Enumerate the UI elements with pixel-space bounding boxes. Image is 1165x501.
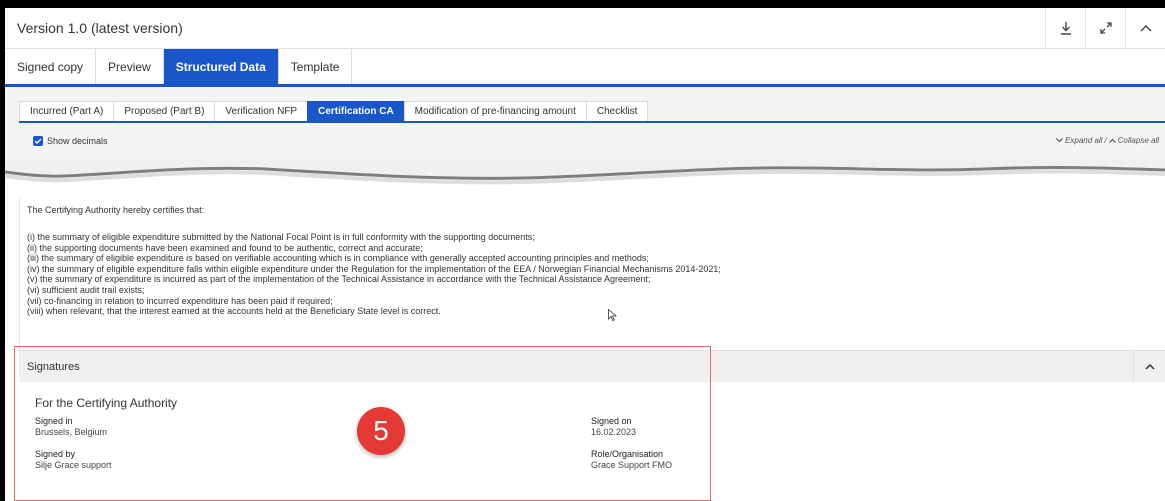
cert-list: (i) the summary of eligible expenditure …	[27, 232, 721, 317]
show-decimals-checkbox[interactable]	[33, 136, 43, 146]
signed-on-label: Signed on	[591, 416, 632, 426]
cert-item: (v) the summary of expenditure is incurr…	[27, 274, 651, 285]
tab-preview[interactable]: Preview	[96, 49, 164, 84]
signatures-body: For the Certifying Authority Signed in B…	[19, 382, 1165, 501]
cert-item: (iii) the summary of eligible expenditur…	[27, 253, 649, 264]
torn-edge	[5, 160, 1165, 185]
collapse-all-link[interactable]: Collapse all	[1118, 136, 1159, 145]
signatures-header[interactable]: Signatures	[19, 350, 1165, 383]
show-decimals[interactable]: Show decimals	[33, 136, 108, 146]
subtab-certification-ca[interactable]: Certification CA	[307, 101, 405, 121]
expand-collapse: Expand all / Collapse all	[1056, 136, 1159, 145]
cert-item: (i) the summary of eligible expenditure …	[27, 232, 535, 242]
subtab-verification-nfp[interactable]: Verification NFP	[214, 101, 309, 121]
chevron-down-icon	[1056, 136, 1063, 145]
tab-signed-copy[interactable]: Signed copy	[5, 49, 97, 84]
cert-item: (iv) the summary of eligible expenditure…	[27, 263, 721, 274]
show-decimals-label: Show decimals	[47, 136, 108, 146]
signed-by-value: Silje Grace support	[35, 460, 112, 470]
subtab-checklist[interactable]: Checklist	[585, 101, 649, 121]
cert-item: (vi) sufficient audit trail exists;	[27, 284, 145, 295]
download-icon[interactable]	[1045, 8, 1085, 48]
expand-icon[interactable]	[1085, 8, 1125, 48]
certification-section: The Certifying Authority hereby certifie…	[19, 198, 1165, 350]
role-label: Role/Organisation	[591, 449, 664, 459]
document-panel: Version 1.0 (latest version) Signed copy…	[5, 8, 1165, 501]
version-header: Version 1.0 (latest version)	[5, 8, 1165, 49]
signed-on-value: 16.02.2023	[591, 427, 637, 437]
tab-template[interactable]: Template	[278, 49, 353, 84]
chevron-up-icon[interactable]	[1133, 350, 1165, 383]
main-tabs: Signed copy Preview Structured Data Temp…	[5, 49, 1165, 87]
role-value: Grace Support FMO	[591, 460, 673, 470]
sub-tabs: Incurred (Part A) Proposed (Part B) Veri…	[19, 101, 1165, 123]
signed-by-label: Signed by	[35, 449, 76, 459]
version-title: Version 1.0 (latest version)	[17, 20, 183, 36]
cert-intro: The Certifying Authority hereby certifie…	[27, 205, 205, 215]
step-badge: 5	[357, 407, 405, 455]
tab-structured-data[interactable]: Structured Data	[163, 49, 279, 84]
signed-by-field: Signed by Silje Grace support	[35, 449, 112, 470]
signed-in-value: Brussels, Belgium	[35, 427, 108, 437]
role-field: Role/Organisation Grace Support FMO	[591, 449, 672, 470]
cert-item: (ii) the supporting documents have been …	[27, 242, 423, 253]
signed-in-field: Signed in Brussels, Belgium	[35, 416, 107, 437]
signed-in-label: Signed in	[35, 416, 73, 426]
chevron-up-icon[interactable]	[1125, 8, 1165, 48]
subtab-proposed[interactable]: Proposed (Part B)	[113, 101, 216, 121]
separator: /	[1104, 136, 1107, 145]
signed-on-field: Signed on 16.02.2023	[591, 416, 636, 437]
for-certifying-authority: For the Certifying Authority	[35, 396, 178, 410]
mouse-cursor-icon	[608, 309, 617, 321]
signatures-title: Signatures	[27, 360, 80, 373]
sub-area: Incurred (Part A) Proposed (Part B) Veri…	[5, 87, 1165, 167]
cert-item: (vii) co-financing in relation to incurr…	[27, 295, 333, 306]
subtab-incurred[interactable]: Incurred (Part A)	[19, 101, 115, 121]
subtab-modification[interactable]: Modification of pre-financing amount	[403, 101, 587, 121]
chevron-up-small-icon	[1108, 136, 1116, 145]
expand-all-link[interactable]: Expand all	[1065, 136, 1102, 145]
